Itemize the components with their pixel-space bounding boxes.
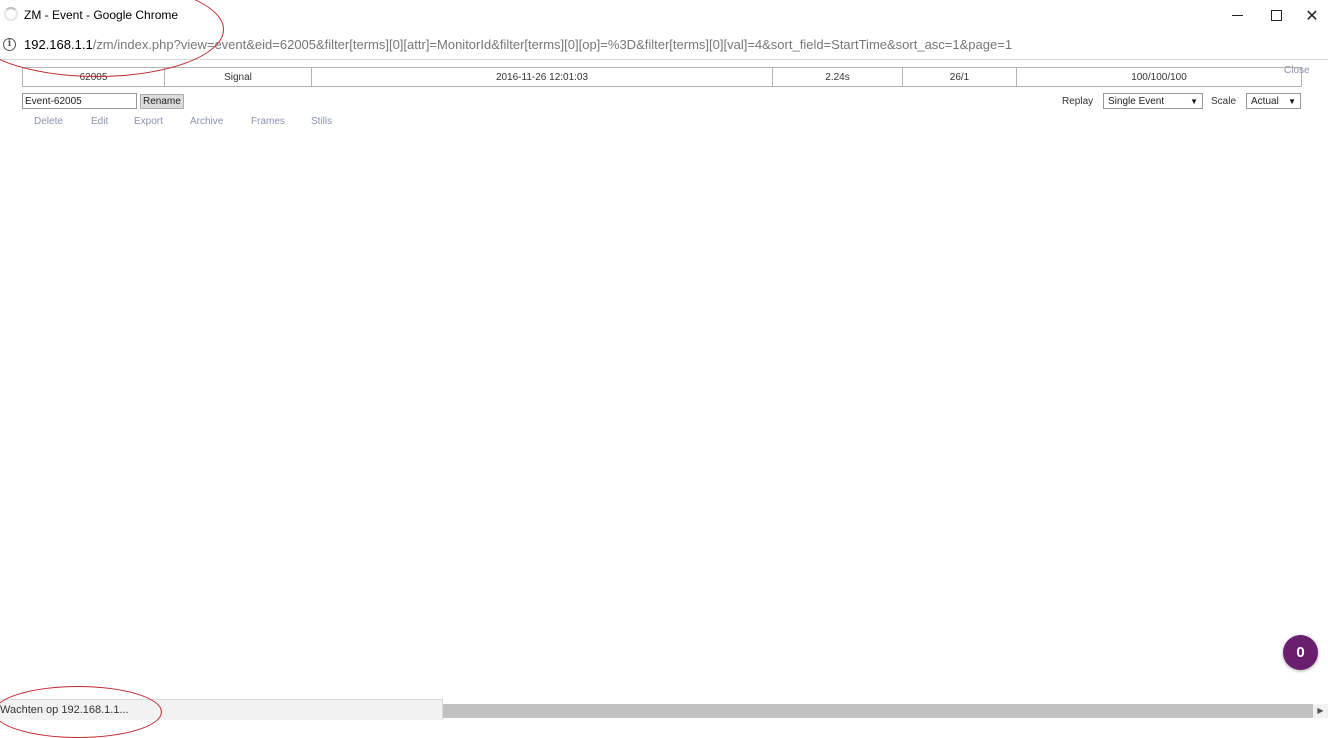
window-title: ZM - Event - Google Chrome [24, 8, 179, 22]
rename-button[interactable]: Rename [140, 94, 184, 109]
close-link[interactable]: Close [1284, 65, 1310, 76]
horizontal-scrollbar[interactable] [443, 704, 1313, 718]
event-name-input[interactable] [22, 93, 137, 109]
delete-link[interactable]: Delete [34, 116, 63, 127]
export-link[interactable]: Export [134, 116, 163, 127]
edit-link[interactable]: Edit [91, 116, 108, 127]
notification-badge[interactable]: 0 [1283, 635, 1318, 670]
event-frames-cell: 26/1 [902, 67, 1017, 87]
event-scores-cell: 100/100/100 [1016, 67, 1302, 87]
status-text: Wachten op 192.168.1.1... [0, 704, 129, 716]
event-duration-cell: 2.24s [772, 67, 903, 87]
loading-spinner-icon [4, 7, 18, 21]
status-bubble: Wachten op 192.168.1.1... [0, 699, 443, 720]
dropdown-arrow-icon: ▼ [1190, 96, 1198, 106]
event-cause-cell: Signal [164, 67, 312, 87]
replay-label: Replay [1062, 96, 1094, 107]
replay-select[interactable]: Single Event ▼ [1103, 93, 1203, 109]
url-path: /zm/index.php?view=event&eid=62005&filte… [92, 37, 1013, 52]
event-id-cell: 62005 [22, 67, 165, 87]
scale-select-value: Actual [1251, 95, 1279, 107]
address-bar[interactable]: i 192.168.1.1/zm/index.php?view=event&ei… [0, 31, 1328, 60]
scale-select[interactable]: Actual ▼ [1246, 93, 1301, 109]
table-row: 62005 Signal 2016-11-26 12:01:03 2.24s 2… [22, 67, 1302, 87]
scroll-right-arrow-icon[interactable]: ▶ [1313, 704, 1328, 718]
minimize-icon [1231, 15, 1243, 16]
dropdown-arrow-icon: ▼ [1288, 96, 1296, 106]
maximize-button[interactable] [1253, 0, 1299, 31]
stills-link[interactable]: Stills [311, 116, 332, 127]
window-titlebar: ZM - Event - Google Chrome ✕ [0, 0, 1328, 31]
url-text[interactable]: 192.168.1.1/zm/index.php?view=event&eid=… [24, 37, 1012, 52]
event-info-table: 62005 Signal 2016-11-26 12:01:03 2.24s 2… [22, 67, 1302, 87]
maximize-icon [1270, 10, 1282, 21]
replay-select-value: Single Event [1108, 95, 1165, 107]
scale-label: Scale [1211, 96, 1237, 107]
close-window-button[interactable]: ✕ [1296, 0, 1328, 31]
close-icon: ✕ [1305, 7, 1319, 25]
archive-link[interactable]: Archive [190, 116, 223, 127]
frames-link[interactable]: Frames [251, 116, 285, 127]
info-icon[interactable]: i [3, 38, 16, 51]
url-host: 192.168.1.1 [24, 37, 93, 52]
event-time-cell: 2016-11-26 12:01:03 [311, 67, 773, 87]
